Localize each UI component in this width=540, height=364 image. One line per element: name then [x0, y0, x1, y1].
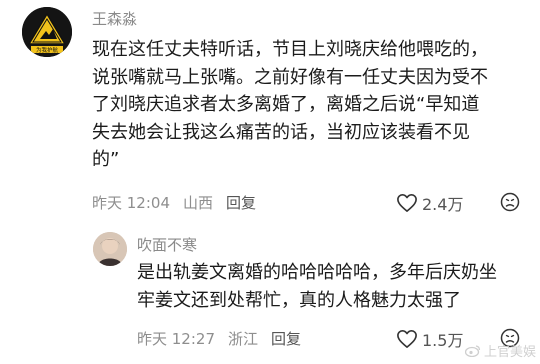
avatar-sign-text: 为我护航: [36, 46, 59, 54]
comment-time: 昨天 12:04: [92, 194, 170, 212]
watermark: 上官美娱: [464, 341, 536, 360]
reply-username[interactable]: 吹面不寒: [137, 234, 197, 255]
comment-text-line: 失去她会让我这么痛苦的话，当初应该装看不见: [92, 121, 470, 143]
reply-meta: 昨天 12:27 浙江 回复: [137, 328, 314, 349]
heart-icon: [397, 330, 417, 348]
comment-meta: 昨天 12:04 山西 回复: [92, 192, 269, 213]
avatar[interactable]: [93, 232, 127, 266]
reply-text: 是出轨姜文离婚的哈哈哈哈哈，多年后庆奶坐 牢姜文还到处帮忙，真的人格魅力太强了: [137, 259, 497, 314]
comment-text-line: 了刘晓庆追求者太多离婚了，离婚之后说“早知道: [92, 94, 480, 115]
like-count: 2.4万: [422, 195, 464, 214]
reply-button[interactable]: 回复: [226, 192, 256, 213]
frown-face-icon: [500, 192, 520, 212]
comment-text-line: 的”: [92, 149, 120, 170]
like-count: 1.5万: [422, 331, 464, 350]
like-button[interactable]: 2.4万: [396, 191, 463, 215]
comment-text-line: 说张嘴就马上张嘴。之前好像有一任丈夫因为受不: [92, 66, 488, 88]
reply-location: 浙江: [228, 330, 259, 348]
avatar-warning-sign-icon: 为我护航: [22, 7, 72, 57]
reply-text-line: 牢姜文还到处帮忙，真的人格魅力太强了: [137, 289, 461, 311]
like-button[interactable]: 1.5万: [396, 327, 463, 351]
comment-username[interactable]: 王森淼: [92, 8, 137, 29]
avatar[interactable]: 为我护航: [22, 7, 72, 57]
comment-text: 现在这任丈夫特听话，节目上刘晓庆给他喂吃的， 说张嘴就马上张嘴。之前好像有一任丈…: [92, 36, 488, 174]
comment-location: 山西: [183, 194, 214, 212]
comment-text-line: 现在这任丈夫特听话，节目上刘晓庆给他喂吃的，: [92, 39, 488, 60]
dislike-button[interactable]: [500, 192, 520, 216]
heart-icon: [397, 194, 417, 212]
reply-text-line: 是出轨姜文离婚的哈哈哈哈哈，多年后庆奶坐: [137, 262, 497, 283]
weibo-logo-icon: [464, 345, 481, 357]
reply-time: 昨天 12:27: [137, 330, 215, 348]
avatar-photo-icon: [93, 232, 127, 266]
watermark-text: 上官美娱: [483, 345, 536, 360]
reply-button[interactable]: 回复: [271, 328, 301, 349]
